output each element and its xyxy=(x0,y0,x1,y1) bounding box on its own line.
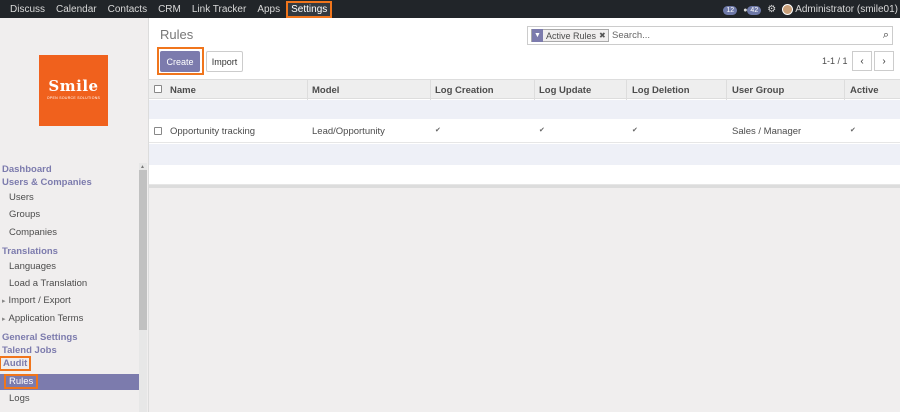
sidebar-section-users-companies[interactable]: Users & Companies xyxy=(0,176,139,189)
menu-calendar[interactable]: Calendar xyxy=(56,4,97,15)
caret-right-icon: ▸ xyxy=(2,315,6,323)
sidebar-item-load-translation[interactable]: Load a Translation xyxy=(0,275,139,292)
avatar xyxy=(782,3,794,15)
menu-crm[interactable]: CRM xyxy=(158,4,181,15)
sidebar-item-companies[interactable]: Companies xyxy=(0,224,139,241)
empty-row xyxy=(149,165,900,185)
column-name[interactable]: Name xyxy=(170,85,196,96)
pager-next-button[interactable]: › xyxy=(874,51,894,71)
log-deletion-check-icon: ✔ xyxy=(632,127,638,134)
log-creation-check-icon: ✔ xyxy=(435,127,441,134)
group-band xyxy=(149,100,900,119)
cell-model: Lead/Opportunity xyxy=(312,126,385,137)
search-icon[interactable]: ⌕ xyxy=(883,29,889,42)
cell-name: Opportunity tracking xyxy=(170,126,256,137)
sidebar-section-translations[interactable]: Translations xyxy=(0,245,139,258)
scroll-up-icon[interactable]: ▲ xyxy=(140,164,145,170)
activity-button[interactable]: ● 42 xyxy=(743,4,762,15)
menu-contacts[interactable]: Contacts xyxy=(108,4,147,15)
column-log-update[interactable]: Log Update xyxy=(539,85,591,96)
menu-discuss[interactable]: Discuss xyxy=(10,4,45,15)
sidebar-item-languages[interactable]: Languages xyxy=(0,258,139,275)
sidebar-item-users[interactable]: Users xyxy=(0,189,139,206)
systray: 12 ● 42 ⚙ Administrator (smile01) xyxy=(723,0,898,18)
debug-bug-icon[interactable]: ⚙ xyxy=(767,4,776,15)
search-facet[interactable]: ▼ Active Rules ✖ xyxy=(531,28,609,42)
column-active[interactable]: Active xyxy=(850,85,879,96)
select-all-checkbox[interactable] xyxy=(154,85,162,93)
table-header: Name Model Log Creation Log Update Log D… xyxy=(149,79,900,100)
menu-link-tracker[interactable]: Link Tracker xyxy=(192,4,246,15)
page-title: Rules xyxy=(160,27,194,42)
column-log-creation[interactable]: Log Creation xyxy=(435,85,494,96)
messages-button[interactable]: 12 xyxy=(723,4,738,15)
sidebar-item-label: Audit xyxy=(0,356,32,372)
sidebar-scrollbar-thumb[interactable] xyxy=(139,170,147,330)
sidebar-item-logs[interactable]: Logs xyxy=(0,390,139,407)
main-content: Rules Create Import ▼ Active Rules ✖ Sea… xyxy=(149,18,900,412)
company-logo: Smile OPEN SOURCE SOLUTIONS xyxy=(39,55,108,126)
pager-value[interactable]: 1-1 / 1 xyxy=(822,56,848,66)
search-input[interactable]: Search... xyxy=(612,30,650,41)
logo-name: Smile xyxy=(48,77,99,95)
menu-settings[interactable]: Settings xyxy=(286,0,333,18)
column-log-deletion[interactable]: Log Deletion xyxy=(632,85,690,96)
sidebar-section-audit[interactable]: Audit xyxy=(0,356,139,372)
table-row[interactable]: Opportunity tracking Lead/Opportunity ✔ … xyxy=(149,119,900,143)
log-update-check-icon: ✔ xyxy=(539,127,545,134)
user-menu[interactable]: Administrator (smile01) xyxy=(782,3,898,15)
sidebar-item-groups[interactable]: Groups xyxy=(0,206,139,223)
empty-row xyxy=(149,144,900,165)
sidebar-item-dashboard[interactable]: Dashboard xyxy=(0,163,139,176)
sidebar-item-label: Import / Export xyxy=(8,295,71,307)
top-navbar: Discuss Calendar Contacts CRM Link Track… xyxy=(0,0,900,18)
sidebar-menu: Dashboard Users & Companies Users Groups… xyxy=(0,163,139,407)
sidebar-item-rules[interactable]: Rules xyxy=(0,374,139,391)
filter-icon: ▼ xyxy=(532,28,543,42)
sidebar-item-application-terms[interactable]: ▸ Application Terms xyxy=(0,310,139,327)
rules-table: Name Model Log Creation Log Update Log D… xyxy=(149,79,900,100)
user-name: Administrator (smile01) xyxy=(795,3,898,15)
sidebar: Smile OPEN SOURCE SOLUTIONS Dashboard Us… xyxy=(0,18,149,412)
sidebar-item-import-export[interactable]: ▸ Import / Export xyxy=(0,292,139,309)
row-checkbox[interactable] xyxy=(154,127,162,135)
messages-badge: 12 xyxy=(723,5,738,15)
search-box[interactable]: ▼ Active Rules ✖ Search... ⌕ xyxy=(527,26,893,45)
remove-facet-icon[interactable]: ✖ xyxy=(599,31,606,40)
caret-right-icon: ▸ xyxy=(2,298,6,306)
facet-label: Active Rules xyxy=(546,30,597,41)
create-button[interactable]: Create xyxy=(160,51,200,72)
cell-user-group: Sales / Manager xyxy=(732,126,802,137)
empty-area xyxy=(149,185,900,412)
sidebar-item-label: Rules xyxy=(3,374,39,390)
sidebar-section-talend-jobs[interactable]: Talend Jobs xyxy=(0,344,139,357)
sidebar-item-label: Application Terms xyxy=(8,312,84,324)
sidebar-section-general-settings[interactable]: General Settings xyxy=(0,331,139,344)
app-menu: Discuss Calendar Contacts CRM Link Track… xyxy=(10,0,341,18)
menu-apps[interactable]: Apps xyxy=(257,4,280,15)
column-model[interactable]: Model xyxy=(312,85,339,96)
import-button[interactable]: Import xyxy=(206,51,243,72)
activity-badge: 42 xyxy=(747,5,762,15)
column-user-group[interactable]: User Group xyxy=(732,85,784,96)
logo-tagline: OPEN SOURCE SOLUTIONS xyxy=(46,96,101,100)
pager-previous-button[interactable]: ‹ xyxy=(852,51,872,71)
active-check-icon: ✔ xyxy=(850,127,856,134)
